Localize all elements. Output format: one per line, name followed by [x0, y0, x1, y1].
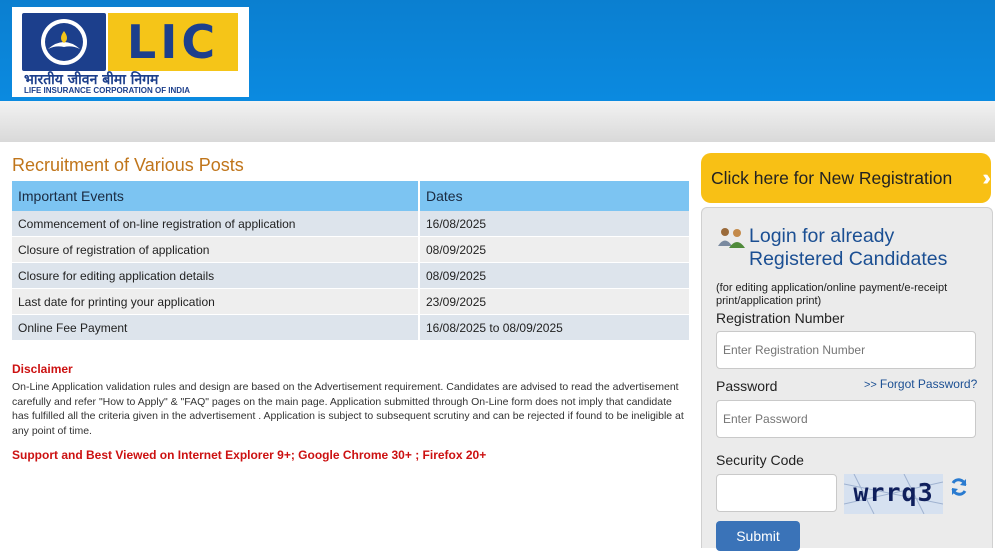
- table-row: Online Fee Payment 16/08/2025 to 08/09/2…: [12, 314, 691, 341]
- security-code-label: Security Code: [716, 452, 804, 468]
- event-cell: Last date for printing your application: [12, 288, 420, 315]
- forgot-password-label: Forgot Password?: [879, 377, 978, 391]
- date-cell: 23/09/2025: [419, 288, 691, 315]
- sub-header-bar: [0, 101, 995, 142]
- double-chevron-right-icon: >>: [864, 379, 880, 391]
- table-row: Last date for printing your application …: [12, 288, 691, 315]
- security-code-input[interactable]: [716, 474, 837, 512]
- captcha-image: wrrq3: [844, 474, 943, 514]
- forgot-password-link[interactable]: >> Forgot Password?: [864, 377, 977, 391]
- new-registration-label: Click here for New Registration: [711, 168, 953, 188]
- new-registration-button[interactable]: Click here for New Registration ››: [701, 153, 991, 203]
- date-cell: 08/09/2025: [419, 262, 691, 289]
- date-cell: 08/09/2025: [419, 236, 691, 263]
- login-note: (for editing application/online payment/…: [716, 282, 948, 307]
- disclaimer-title: Disclaimer: [12, 362, 73, 376]
- logo-subtitle: LIFE INSURANCE CORPORATION OF INDIA: [24, 86, 191, 95]
- table-header-row: Important Events Dates: [12, 181, 691, 211]
- registration-number-label: Registration Number: [716, 310, 845, 326]
- header-bar: LIC भारतीय जीवन बीमा निगम LIFE INSURANCE…: [0, 0, 995, 101]
- date-cell: 16/08/2025: [419, 211, 691, 237]
- refresh-icon[interactable]: [949, 477, 969, 497]
- page-title: Recruitment of Various Posts: [12, 155, 244, 175]
- password-input[interactable]: [716, 400, 976, 438]
- captcha-text: wrrq3: [853, 478, 934, 507]
- table-row: Closure for editing application details …: [12, 262, 691, 289]
- event-cell: Closure of registration of application: [12, 236, 420, 263]
- event-cell: Commencement of on-line registration of …: [12, 211, 420, 237]
- users-icon: [716, 226, 746, 250]
- event-cell: Closure for editing application details: [12, 262, 420, 289]
- column-header-dates: Dates: [419, 181, 691, 211]
- registration-number-input[interactable]: [716, 331, 976, 369]
- event-cell: Online Fee Payment: [12, 314, 420, 341]
- table-row: Closure of registration of application 0…: [12, 236, 691, 263]
- table-row: Commencement of on-line registration of …: [12, 211, 691, 237]
- double-chevron-right-icon: ››: [982, 165, 990, 190]
- login-title: Login for already Registered Candidates: [749, 225, 948, 270]
- logo-text: LIC: [126, 15, 220, 69]
- lic-emblem-icon: [22, 13, 106, 71]
- lic-logo[interactable]: LIC भारतीय जीवन बीमा निगम LIFE INSURANCE…: [12, 7, 249, 97]
- disclaimer-text: On-Line Application validation rules and…: [12, 381, 684, 437]
- date-cell: 16/08/2025 to 08/09/2025: [419, 314, 691, 341]
- browser-support-note: Support and Best Viewed on Internet Expl…: [12, 448, 487, 462]
- column-header-events: Important Events: [12, 181, 420, 211]
- important-events-table: Important Events Dates Commencement of o…: [12, 181, 691, 341]
- password-label: Password: [716, 378, 778, 394]
